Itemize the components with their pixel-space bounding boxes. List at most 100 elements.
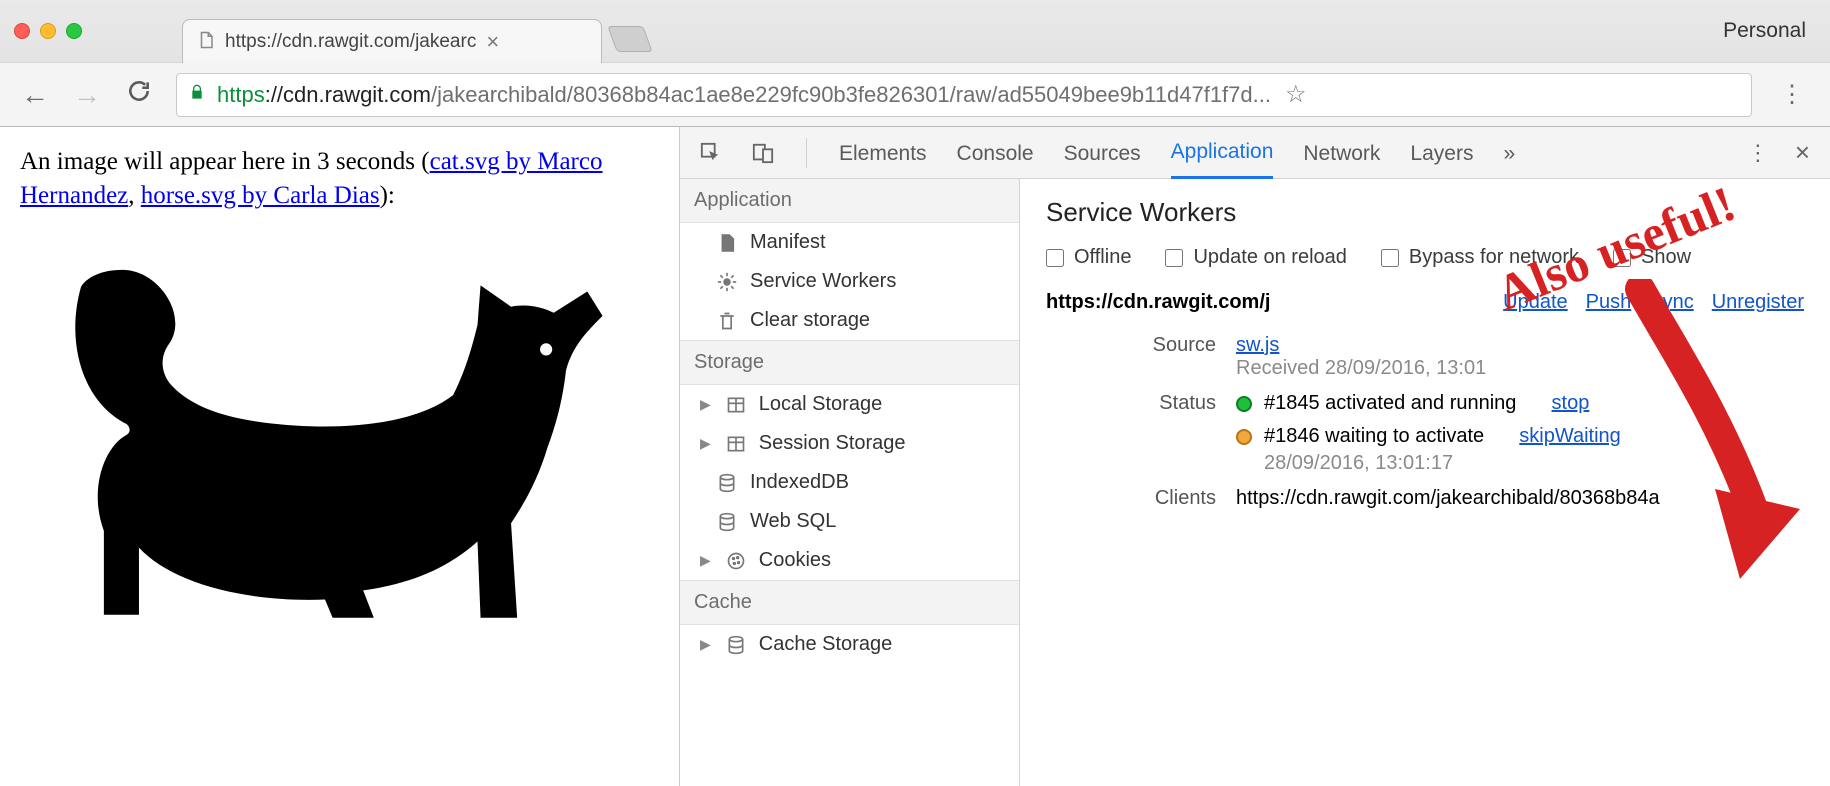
new-tab-button[interactable] [607,26,652,52]
action-update[interactable]: Update [1503,291,1568,314]
status2-time: 28/09/2016, 13:01:17 [1264,452,1804,475]
page-viewport: An image will appear here in 3 seconds (… [0,127,680,786]
sidebar-item-cookies[interactable]: ▶ Cookies [680,541,1019,580]
browser-chrome: https://cdn.rawgit.com/jakearc × Persona… [0,0,1830,127]
sidebar-item-session-storage[interactable]: ▶ Session Storage [680,424,1019,463]
action-stop[interactable]: stop [1552,392,1590,415]
gear-icon [716,271,738,293]
toolbar: ← → https://cdn.rawgit.com/jakearchibald… [0,62,1830,126]
database-icon [716,511,738,533]
chevron-right-icon: ▶ [700,435,711,452]
page-intro: An image will appear here in 3 seconds (… [20,145,659,213]
cat-image [20,217,659,687]
tab-title: https://cdn.rawgit.com/jakearc [225,31,476,53]
table-icon [725,394,747,416]
reload-button[interactable] [124,78,154,111]
offline-checkbox[interactable] [1046,249,1064,267]
profile-label[interactable]: Personal [1723,19,1816,43]
option-update-on-reload[interactable]: Update on reload [1165,246,1346,269]
bookmark-star-icon[interactable]: ☆ [1285,80,1307,109]
label-source: Source [1046,334,1216,380]
sidebar-item-service-workers[interactable]: Service Workers [680,262,1019,301]
window-zoom-button[interactable] [66,23,82,39]
service-workers-options: Offline Update on reload Bypass for netw… [1046,246,1804,269]
database-icon [716,472,738,494]
status-dot-green-icon [1236,396,1252,412]
action-unregister[interactable]: Unregister [1712,291,1804,314]
tab-application[interactable]: Application [1171,126,1274,179]
sidebar-item-manifest[interactable]: Manifest [680,223,1019,262]
cookie-icon [725,550,747,572]
sidebar-group-cache: Cache [680,580,1019,625]
lock-icon [189,83,205,107]
sidebar-item-cache-storage[interactable]: ▶ Cache Storage [680,625,1019,664]
trash-icon [716,310,738,332]
sw-clients-value: https://cdn.rawgit.com/jakearchibald/803… [1236,487,1804,510]
tab-bar: https://cdn.rawgit.com/jakearc × Persona… [0,0,1830,62]
tabs-overflow[interactable]: » [1503,128,1515,178]
url-host: ://cdn.rawgit.com [265,82,431,108]
devtools-sidebar: Application Manifest Service Workers Cle… [680,179,1020,786]
sw-origin: https://cdn.rawgit.com/j [1046,291,1270,314]
sidebar-group-storage: Storage [680,340,1019,385]
content-area: An image will appear here in 3 seconds (… [0,127,1830,786]
forward-button[interactable]: → [72,79,102,111]
sw-status-waiting: #1846 waiting to activate skipWaiting [1236,425,1804,448]
inspect-icon[interactable] [700,142,722,164]
option-offline[interactable]: Offline [1046,246,1131,269]
tab-sources[interactable]: Sources [1064,128,1141,178]
window-controls [14,0,82,62]
sidebar-item-websql[interactable]: Web SQL [680,502,1019,541]
devtools-tabbar: Elements Console Sources Application Net… [680,127,1830,179]
update-on-reload-checkbox[interactable] [1165,249,1183,267]
address-bar[interactable]: https://cdn.rawgit.com/jakearchibald/803… [176,73,1752,117]
devtools-main: Service Workers Offline Update on reload… [1020,179,1830,786]
label-clients: Clients [1046,487,1216,510]
window-minimize-button[interactable] [40,23,56,39]
sidebar-group-application: Application [680,179,1019,223]
sw-source-received: Received 28/09/2016, 13:01 [1236,357,1486,379]
label-status: Status [1046,392,1216,475]
window-close-button[interactable] [14,23,30,39]
devtools-menu-icon[interactable]: ⋮ [1747,140,1769,166]
devtools-close-icon[interactable]: × [1795,137,1810,168]
browser-tab[interactable]: https://cdn.rawgit.com/jakearc × [182,19,602,63]
url-path: /jakearchibald/80368b84ac1ae8e229fc90b3f… [431,82,1271,108]
chevron-right-icon: ▶ [700,636,711,653]
status2-text: #1846 waiting to activate [1264,425,1484,448]
browser-menu-button[interactable]: ⋮ [1774,80,1810,109]
show-checkbox[interactable] [1613,249,1631,267]
file-icon [197,31,215,53]
tab-elements[interactable]: Elements [839,128,927,178]
sidebar-item-local-storage[interactable]: ▶ Local Storage [680,385,1019,424]
devtools-panel: Elements Console Sources Application Net… [680,127,1830,786]
action-push[interactable]: Push [1586,291,1632,314]
chevron-right-icon: ▶ [700,552,711,569]
sw-actions: Update Push Sync Unregister [1503,291,1804,314]
back-button[interactable]: ← [20,79,50,111]
action-skipwaiting[interactable]: skipWaiting [1519,425,1621,448]
link-horse-svg[interactable]: horse.svg by Carla Dias [141,182,380,209]
database-icon [725,634,747,656]
url-protocol: https [217,82,265,108]
service-workers-title: Service Workers [1046,197,1804,228]
intro-text: An image will appear here in 3 seconds ( [20,148,430,175]
action-sync[interactable]: Sync [1649,291,1693,314]
option-show[interactable]: Show [1613,246,1691,269]
tab-layers[interactable]: Layers [1410,128,1473,178]
tab-console[interactable]: Console [957,128,1034,178]
status1-text: #1845 activated and running [1264,392,1516,415]
table-icon [725,433,747,455]
device-icon[interactable] [752,142,774,164]
chevron-right-icon: ▶ [700,396,711,413]
bypass-network-checkbox[interactable] [1381,249,1399,267]
tab-network[interactable]: Network [1303,128,1380,178]
file-icon [716,232,738,254]
sw-status-activated: #1845 activated and running stop [1236,392,1804,415]
option-bypass-for-network[interactable]: Bypass for network [1381,246,1579,269]
status-dot-orange-icon [1236,429,1252,445]
sidebar-item-clear-storage[interactable]: Clear storage [680,301,1019,340]
sidebar-item-indexeddb[interactable]: IndexedDB [680,463,1019,502]
close-icon[interactable]: × [486,29,499,55]
sw-source-link[interactable]: sw.js [1236,334,1279,356]
